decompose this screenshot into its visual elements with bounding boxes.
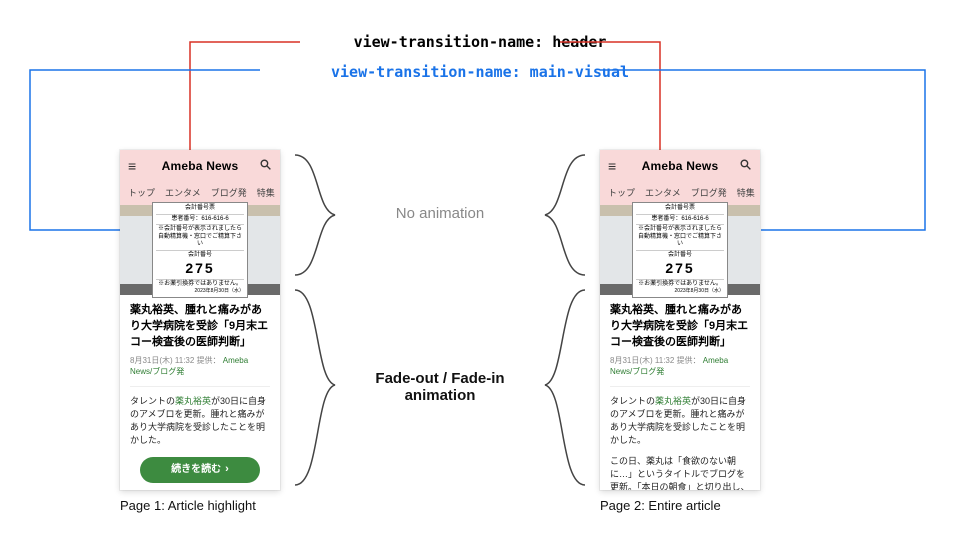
ticket-date: 2023年8月30日（水） — [636, 288, 724, 294]
tab-entertainment[interactable]: エンタメ — [165, 186, 201, 199]
headline: 薬丸裕英、腫れと痛みがあり大学病院を受診「9月末エコー検査後の医師判断」 — [610, 303, 750, 351]
divider — [610, 386, 750, 387]
header: ≡ Ameba News — [600, 150, 760, 182]
tab-feature[interactable]: 特集 — [257, 186, 275, 199]
menu-icon[interactable]: ≡ — [128, 158, 136, 174]
tab-top[interactable]: トップ — [128, 186, 155, 199]
main-visual: 会計番号票 患者番号：616-616-6 ※会計番号が表示されましたら 自動精算… — [600, 205, 760, 295]
text-link[interactable]: 薬丸裕英 — [655, 396, 691, 406]
paragraph: タレントの薬丸裕英が30日に自身のアメブロを更新。腫れと痛みがあり大学病院を受診… — [130, 395, 270, 447]
ticket-title: 会計番号票 — [636, 205, 724, 213]
ticket-title: 会計番号票 — [156, 205, 244, 213]
ticket-foot: ※お薬引換券ではありません。 — [636, 279, 724, 289]
vt-header-label: view-transition-name: header — [0, 30, 960, 54]
meta-time: 8月31日(木) 11:32 — [610, 356, 674, 365]
meta-time: 8月31日(木) 11:32 — [130, 356, 194, 365]
meta-provider: 提供： — [197, 356, 221, 365]
headline: 薬丸裕英、腫れと痛みがあり大学病院を受診「9月末エコー検査後の医師判断」 — [130, 303, 270, 351]
main-visual: 会計番号票 患者番号：616-616-6 ※会計番号が表示されましたら 自動精算… — [120, 205, 280, 295]
article-body: 薬丸裕英、腫れと痛みがあり大学病院を受診「9月末エコー検査後の医師判断」 8月3… — [120, 295, 280, 490]
ticket-number: 275 — [156, 260, 244, 278]
menu-icon[interactable]: ≡ — [608, 158, 616, 174]
ticket-row: ※会計番号が表示されましたら 自動精算機・窓口でご精算下さい — [636, 224, 724, 249]
ticket-row: 患者番号：616-616-6 — [156, 214, 244, 224]
meta: 8月31日(木) 11:32 提供： Ameba News/ブログ発 — [130, 355, 270, 378]
text-link[interactable]: 薬丸裕英 — [175, 396, 211, 406]
tab-entertainment[interactable]: エンタメ — [645, 186, 681, 199]
ticket-image: 会計番号票 患者番号：616-616-6 ※会計番号が表示されましたら 自動精算… — [632, 202, 728, 297]
brand-logo: Ameba News — [162, 159, 239, 173]
ticket-image: 会計番号票 患者番号：616-616-6 ※会計番号が表示されましたら 自動精算… — [152, 202, 248, 297]
page2-caption: Page 2: Entire article — [600, 498, 721, 513]
brace-bottom-left — [290, 285, 350, 490]
brace-top-left — [290, 150, 350, 280]
ticket-row: 患者番号：616-616-6 — [636, 214, 724, 224]
page1-phone: ≡ Ameba News トップ エンタメ ブログ発 特集 会計番号票 患者番号… — [120, 150, 280, 490]
cta-label: 続きを読む — [171, 463, 221, 478]
page1-caption: Page 1: Article highlight — [120, 498, 256, 513]
tab-blog[interactable]: ブログ発 — [691, 186, 727, 199]
article-body: 薬丸裕英、腫れと痛みがあり大学病院を受診「9月末エコー検査後の医師判断」 8月3… — [600, 295, 760, 490]
ticket-number: 275 — [636, 260, 724, 278]
ticket-date: 2023年8月30日（水） — [156, 288, 244, 294]
text: タレントの — [130, 396, 175, 406]
meta-provider: 提供： — [677, 356, 701, 365]
tab-blog[interactable]: ブログ発 — [211, 186, 247, 199]
header: ≡ Ameba News — [120, 150, 280, 182]
search-icon[interactable] — [739, 158, 752, 174]
transition-labels: view-transition-name: header view-transi… — [0, 30, 960, 84]
page2-phone: ≡ Ameba News トップ エンタメ ブログ発 特集 会計番号票 患者番号… — [600, 150, 760, 490]
text: タレントの — [610, 396, 655, 406]
ticket-row: ※会計番号が表示されましたら 自動精算機・窓口でご精算下さい — [156, 224, 244, 249]
fade-animation-label: Fade-out / Fade-in animation — [350, 370, 530, 404]
tab-top[interactable]: トップ — [608, 186, 635, 199]
ticket-label: 会計番号 — [156, 250, 244, 260]
no-animation-label: No animation — [350, 205, 530, 222]
tab-feature[interactable]: 特集 — [737, 186, 755, 199]
brace-bottom-right — [530, 285, 590, 490]
read-more-button[interactable]: 続きを読む — [140, 457, 260, 483]
ticket-foot: ※お薬引換券ではありません。 — [156, 279, 244, 289]
brand-logo: Ameba News — [642, 159, 719, 173]
meta: 8月31日(木) 11:32 提供： Ameba News/ブログ発 — [610, 355, 750, 378]
vt-main-label: view-transition-name: main-visual — [0, 60, 960, 84]
brace-top-right — [530, 150, 590, 280]
search-icon[interactable] — [259, 158, 272, 174]
ticket-label: 会計番号 — [636, 250, 724, 260]
paragraph: タレントの薬丸裕英が30日に自身のアメブロを更新。腫れと痛みがあり大学病院を受診… — [610, 395, 750, 447]
divider — [130, 386, 270, 387]
paragraph: この日、薬丸は「食欲のない朝に…」というタイトルでブログを更新。「本日の朝食」と… — [610, 455, 750, 490]
